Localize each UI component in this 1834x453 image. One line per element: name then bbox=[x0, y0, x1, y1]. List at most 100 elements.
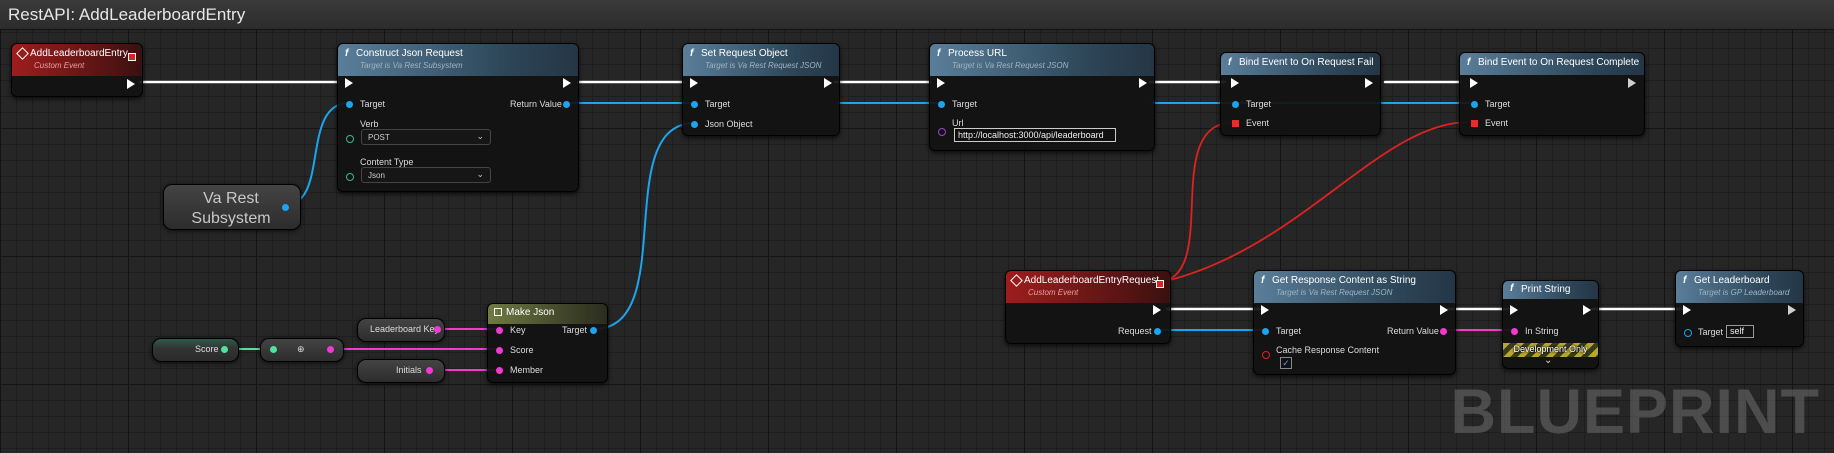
exec-output-pin[interactable] bbox=[1153, 305, 1161, 315]
variable-node-initials[interactable]: Initials bbox=[357, 359, 445, 383]
self-input[interactable]: self bbox=[1726, 325, 1754, 338]
request-output-pin[interactable] bbox=[1154, 328, 1161, 335]
function-node-print-string[interactable]: f Print String In String Development Onl… bbox=[1502, 280, 1599, 369]
node-subtitle: Target is Va Rest Subsystem bbox=[360, 61, 463, 70]
exec-output-pin[interactable] bbox=[1139, 78, 1147, 88]
exec-output-pin[interactable] bbox=[1365, 78, 1373, 88]
target-input-pin[interactable] bbox=[691, 101, 698, 108]
node-title: AddLeaderboardEntry bbox=[30, 48, 128, 59]
pure-node-make-json[interactable]: Make Json Key Target Score Member bbox=[487, 303, 608, 383]
key-input-pin[interactable] bbox=[496, 327, 503, 334]
exec-input-pin[interactable] bbox=[1510, 305, 1518, 315]
event-node-add-leaderboard-entry[interactable]: AddLeaderboardEntry Custom Event bbox=[11, 43, 143, 97]
function-node-get-response-content[interactable]: f Get Response Content as String Target … bbox=[1253, 270, 1456, 375]
exec-input-pin[interactable] bbox=[1261, 305, 1269, 315]
target-input-pin[interactable] bbox=[1262, 328, 1269, 335]
cache-response-input-pin[interactable] bbox=[1262, 351, 1270, 359]
target-input-pin[interactable] bbox=[1684, 329, 1692, 337]
blueprint-graph-canvas[interactable]: AddLeaderboardEntry Custom Event f Const… bbox=[0, 0, 1834, 453]
json-object-input-pin[interactable] bbox=[691, 121, 698, 128]
pin-label: Url bbox=[952, 118, 964, 128]
exec-input-pin[interactable] bbox=[1231, 78, 1239, 88]
score-input-pin[interactable] bbox=[496, 347, 503, 354]
return-value-output-pin[interactable] bbox=[563, 101, 570, 108]
verb-input-pin[interactable] bbox=[346, 135, 354, 143]
in-string-input-pin[interactable] bbox=[1511, 328, 1518, 335]
chevron-down-icon[interactable]: ⌄ bbox=[1544, 355, 1552, 366]
exec-output-pin[interactable] bbox=[1583, 305, 1591, 315]
conversion-input-pin[interactable] bbox=[270, 346, 277, 353]
event-node-add-leaderboard-entry-request[interactable]: AddLeaderboardEntryRequest Custom Event … bbox=[1005, 270, 1171, 344]
url-input-pin[interactable] bbox=[938, 128, 946, 136]
conversion-output-pin[interactable] bbox=[327, 346, 334, 353]
exec-input-pin[interactable] bbox=[1470, 78, 1478, 88]
node-header: f Get Response Content as String Target … bbox=[1254, 271, 1455, 303]
exec-output-pin[interactable] bbox=[127, 79, 135, 89]
exec-input-pin[interactable] bbox=[690, 78, 698, 88]
target-input-pin[interactable] bbox=[346, 101, 353, 108]
delegate-wire bbox=[1161, 121, 1470, 283]
function-icon: f bbox=[690, 48, 694, 59]
delegate-output-pin[interactable] bbox=[1156, 280, 1164, 288]
exec-input-pin[interactable] bbox=[345, 78, 353, 88]
function-node-construct-json-request[interactable]: f Construct Json Request Target is Va Re… bbox=[337, 43, 579, 192]
pin-label: Key bbox=[510, 325, 526, 335]
initials-output-pin[interactable] bbox=[426, 367, 433, 374]
function-icon: f bbox=[1510, 283, 1514, 294]
exec-output-pin[interactable] bbox=[563, 78, 571, 88]
function-node-bind-on-request-complete[interactable]: f Bind Event to On Request Complete Targ… bbox=[1459, 52, 1645, 136]
node-header: f Bind Event to On Request Fail bbox=[1221, 53, 1380, 75]
pin-label: Return Value bbox=[510, 99, 562, 109]
exec-output-pin[interactable] bbox=[824, 78, 832, 88]
pin-label: Json Object bbox=[705, 119, 753, 129]
member-input-pin[interactable] bbox=[496, 367, 503, 374]
target-input-pin[interactable] bbox=[938, 101, 945, 108]
cache-response-checkbox[interactable]: ✓ bbox=[1280, 357, 1292, 369]
function-icon: f bbox=[1467, 57, 1471, 68]
verb-dropdown[interactable]: POST ⌄ bbox=[361, 129, 491, 145]
function-node-get-leaderboard[interactable]: f Get Leaderboard Target is GP Leaderboa… bbox=[1675, 270, 1804, 347]
function-icon: f bbox=[1261, 275, 1265, 286]
target-output-pin[interactable] bbox=[590, 327, 597, 334]
event-input-pin[interactable] bbox=[1471, 120, 1478, 127]
url-input[interactable]: http://localhost:3000/api/leaderboard bbox=[954, 128, 1116, 142]
exec-output-pin[interactable] bbox=[1628, 78, 1636, 88]
exec-input-pin[interactable] bbox=[937, 78, 945, 88]
conversion-node-float-to-json[interactable]: ⊕ bbox=[260, 338, 344, 362]
exec-input-pin[interactable] bbox=[1683, 305, 1691, 315]
leaderboard-key-output-pin[interactable] bbox=[434, 326, 441, 333]
pin-label: Content Type bbox=[360, 157, 414, 167]
exec-output-pin[interactable] bbox=[1440, 305, 1448, 315]
node-label: Va Rest Subsystem bbox=[191, 190, 271, 227]
object-wire bbox=[593, 122, 696, 330]
function-node-process-url[interactable]: f Process URL Target is Va Rest Request … bbox=[929, 43, 1155, 151]
node-header: f Process URL Target is Va Rest Request … bbox=[930, 44, 1154, 76]
variable-node-leaderboard-key[interactable]: Leaderboard Key bbox=[357, 318, 445, 342]
delegate-output-pin[interactable] bbox=[128, 53, 136, 61]
node-subtitle: Target is Va Rest Request JSON bbox=[1276, 288, 1393, 297]
dropdown-value: Json bbox=[368, 171, 385, 180]
content-type-dropdown[interactable]: Json ⌄ bbox=[361, 167, 491, 183]
node-subtitle: Target is Va Rest Request JSON bbox=[705, 61, 822, 70]
target-input-pin[interactable] bbox=[1471, 101, 1478, 108]
pin-label: Target bbox=[360, 99, 386, 109]
target-input-pin[interactable] bbox=[1232, 101, 1239, 108]
subsystem-output-pin[interactable] bbox=[282, 204, 289, 211]
banner-label: Development Only bbox=[1513, 344, 1588, 354]
function-node-bind-on-request-fail[interactable]: f Bind Event to On Request Fail Target E… bbox=[1220, 52, 1381, 136]
node-title: Bind Event to On Request Complete bbox=[1478, 57, 1640, 68]
node-header: f Construct Json Request Target is Va Re… bbox=[338, 44, 578, 76]
content-type-input-pin[interactable] bbox=[346, 173, 354, 181]
event-input-pin[interactable] bbox=[1232, 120, 1239, 127]
node-title: Bind Event to On Request Fail bbox=[1239, 57, 1374, 68]
exec-output-pin[interactable] bbox=[1788, 305, 1796, 315]
conversion-label: ⊕ bbox=[297, 344, 305, 354]
variable-node-score[interactable]: Score bbox=[152, 338, 239, 362]
function-node-set-request-object[interactable]: f Set Request Object Target is Va Rest R… bbox=[682, 43, 840, 136]
return-value-output-pin[interactable] bbox=[1440, 328, 1447, 335]
score-output-pin[interactable] bbox=[221, 346, 228, 353]
node-header: AddLeaderboardEntryRequest Custom Event bbox=[1006, 271, 1170, 303]
pin-label: Target bbox=[1698, 327, 1724, 337]
variable-node-va-rest-subsystem[interactable]: Va Rest Subsystem bbox=[163, 184, 301, 230]
pin-label: Target bbox=[1276, 326, 1302, 336]
